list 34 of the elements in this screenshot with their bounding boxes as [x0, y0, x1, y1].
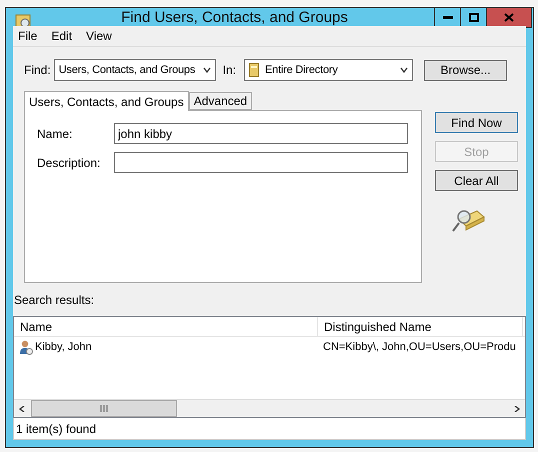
in-label: In: — [222, 63, 236, 77]
text-field[interactable]: john kibby — [114, 123, 408, 144]
column-header[interactable]: Distinguished Name — [318, 317, 523, 336]
user-icon — [19, 340, 33, 354]
window-title: Find Users, Contacts, and Groups — [120, 8, 349, 26]
field-label: Description: — [37, 156, 102, 170]
action-button[interactable]: Find Now — [435, 112, 518, 133]
tab[interactable]: Users, Contacts, and Groups — [24, 91, 189, 111]
browse-button[interactable]: Browse... — [424, 60, 508, 80]
status-text: 1 item(s) found — [16, 422, 96, 436]
action-button[interactable]: Clear All — [435, 170, 518, 191]
chevron-down-icon — [400, 67, 408, 73]
chevron-left-icon — [18, 406, 26, 412]
book-icon — [249, 63, 260, 77]
text-field[interactable] — [114, 152, 408, 173]
find-label: Find: — [24, 63, 51, 77]
in-dropdown[interactable]: Entire Directory — [244, 59, 414, 81]
close-button[interactable] — [486, 7, 532, 28]
find-dropdown[interactable]: Users, Contacts, and Groups — [54, 59, 216, 81]
scrollbar-thumb[interactable] — [31, 400, 177, 417]
column-header[interactable]: Name — [14, 317, 318, 336]
menu-item[interactable]: Edit — [51, 29, 72, 43]
field-label: Name: — [37, 126, 74, 140]
close-icon — [504, 13, 514, 22]
minimize-icon — [442, 16, 452, 20]
search-results-label: Search results: — [14, 293, 96, 307]
list-item[interactable]: Kibby, John — [14, 337, 318, 357]
tab[interactable]: Advanced — [188, 92, 252, 110]
menu-item[interactable]: File — [18, 29, 38, 43]
table-cell-text: CN=Kibby\, John,OU=Users,OU=Produ — [322, 340, 517, 355]
maximize-icon — [468, 13, 478, 22]
menu-item[interactable]: View — [86, 29, 112, 43]
chevron-right-icon — [512, 406, 520, 412]
chevron-down-icon — [202, 67, 211, 73]
